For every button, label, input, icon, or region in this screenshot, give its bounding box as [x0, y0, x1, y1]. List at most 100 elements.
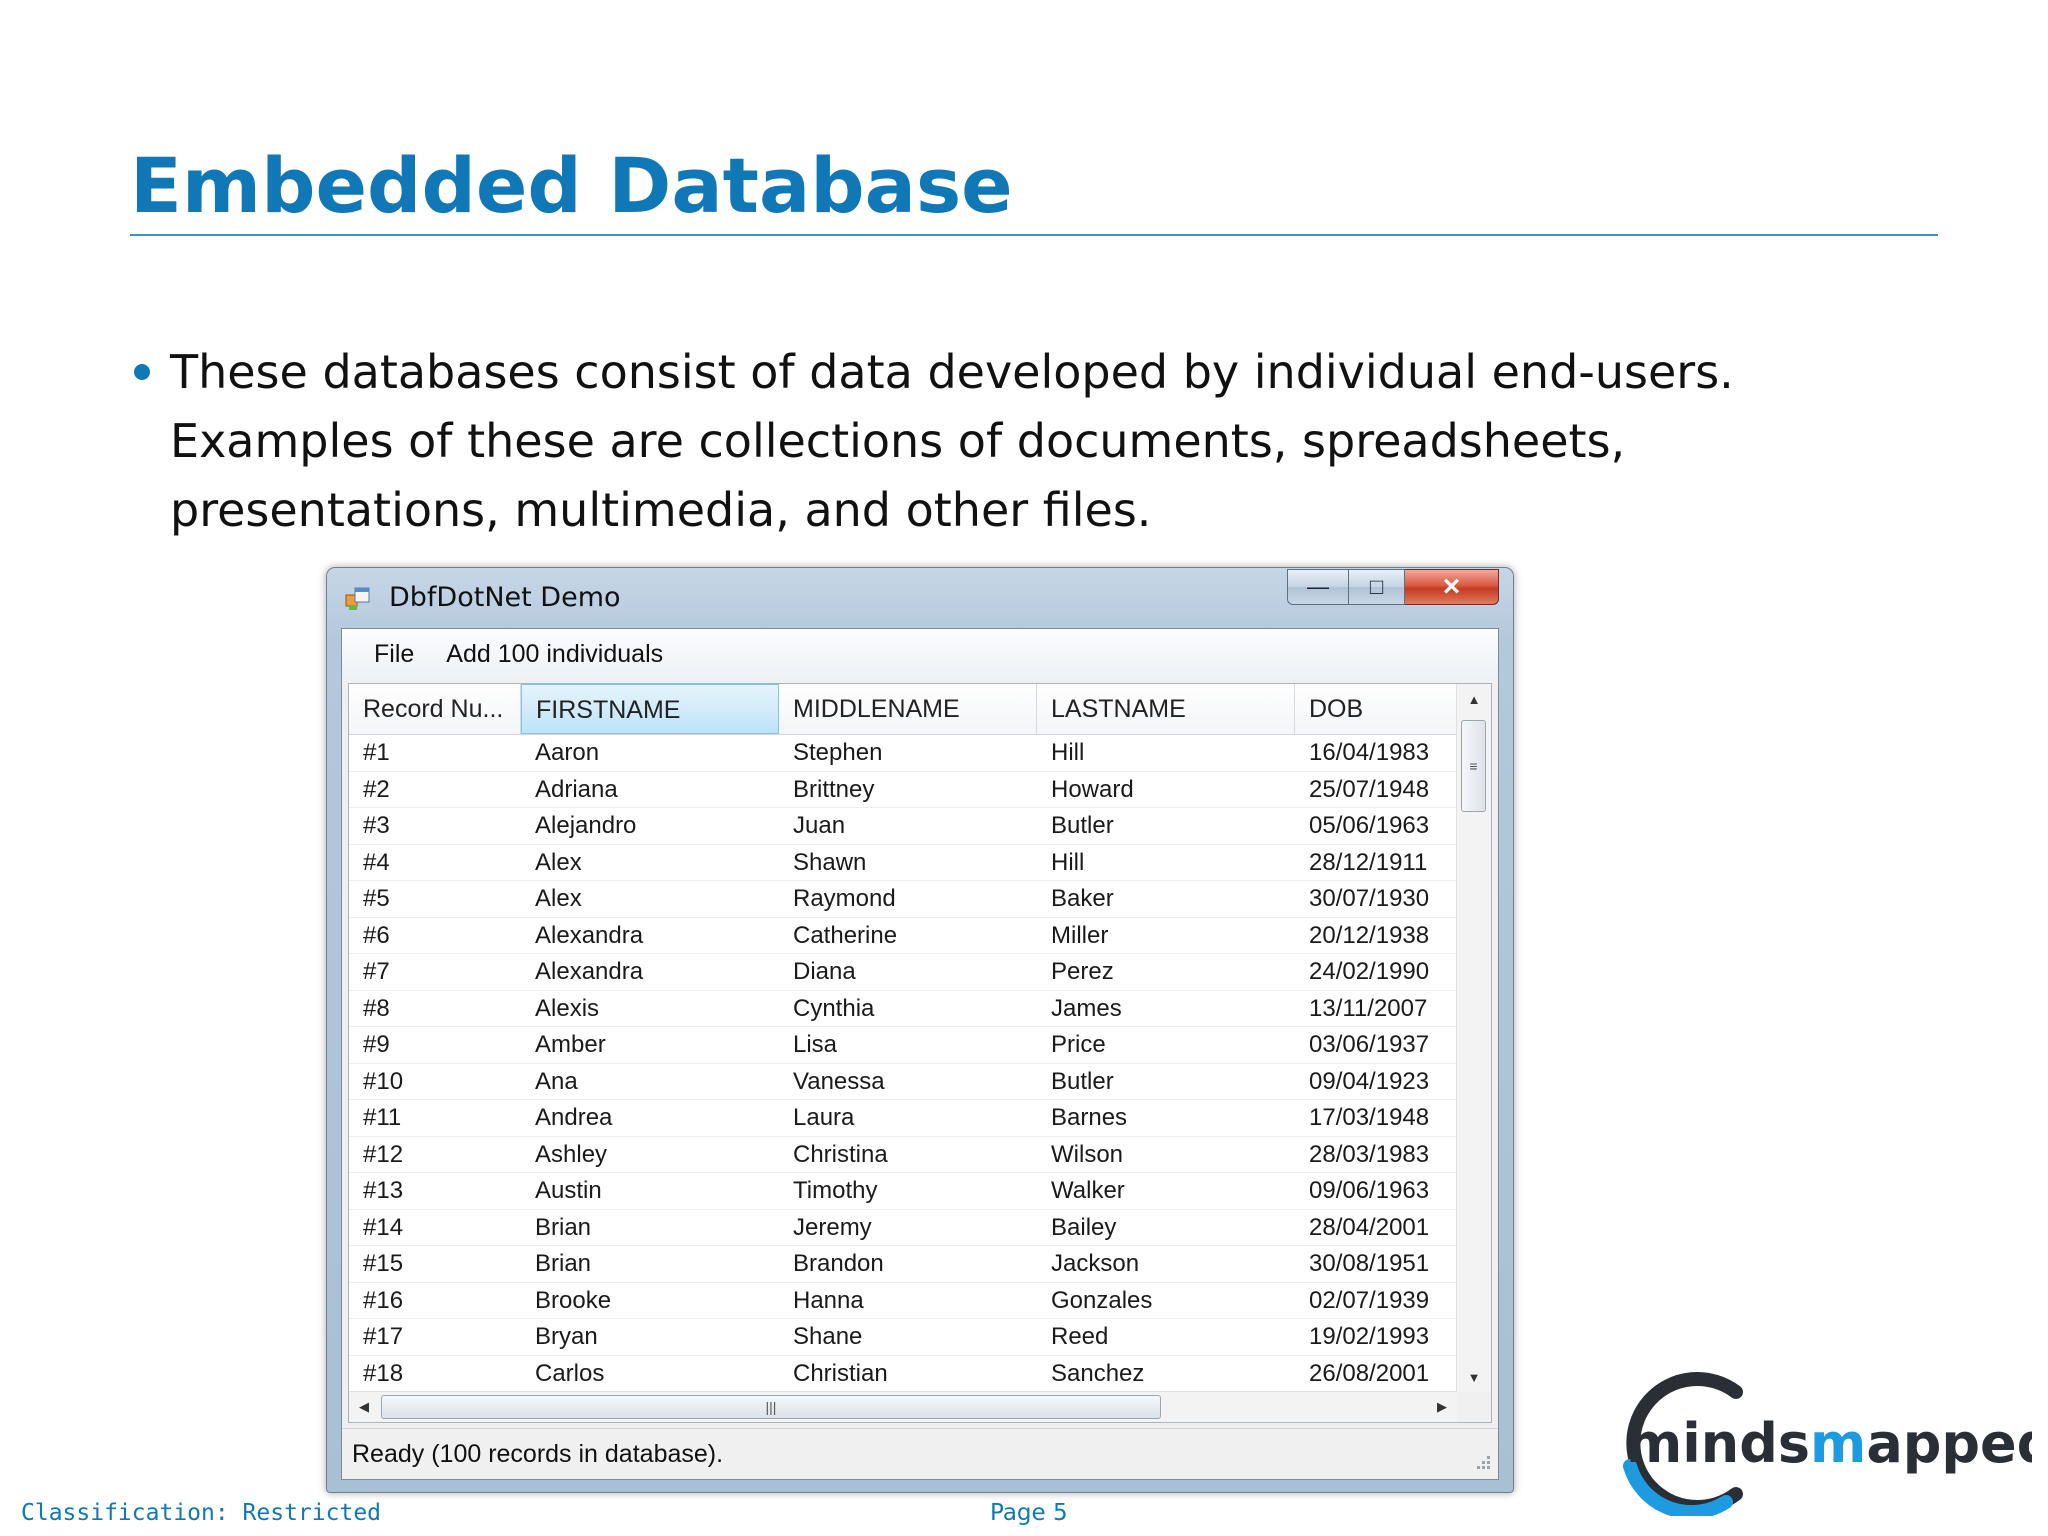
arrow-up-icon[interactable]: ▲: [1457, 684, 1491, 714]
window-titlebar[interactable]: DbfDotNet Demo — □ ×: [327, 568, 1513, 628]
table-cell: #6: [363, 921, 390, 949]
table-cell: Christian: [793, 1359, 888, 1387]
table-row[interactable]: #12 Ashley Christina Wilson 28/03/1983: [349, 1137, 1479, 1173]
table-cell: #2: [363, 775, 390, 803]
close-button[interactable]: ×: [1405, 569, 1499, 605]
table-cell: Shawn: [793, 848, 867, 876]
table-cell: 30/08/1951: [1309, 1250, 1430, 1277]
table-cell: Lisa: [793, 1031, 838, 1058]
vertical-scroll-thumb[interactable]: ≡: [1461, 720, 1486, 812]
table-row[interactable]: #13 Austin Timothy Walker 09/06/1963: [349, 1173, 1479, 1210]
arrow-left-icon[interactable]: ◀: [349, 1392, 379, 1422]
table-row[interactable]: #4 Alex Shawn Hill 28/12/1911: [349, 845, 1479, 881]
table-cell: #9: [363, 1031, 390, 1058]
table-cell: 05/06/1963: [1309, 812, 1430, 839]
table-cell: Price: [1051, 1031, 1106, 1058]
horizontal-scrollbar[interactable]: ◀ ||| ▶: [349, 1391, 1457, 1422]
menu-file[interactable]: File: [358, 637, 430, 671]
arrow-right-icon[interactable]: ▶: [1427, 1392, 1457, 1422]
table-row[interactable]: #17 Bryan Shane Reed 19/02/1993: [349, 1319, 1479, 1356]
table-cell: 20/12/1938: [1309, 921, 1430, 949]
table-cell: #14: [363, 1213, 404, 1241]
table-cell: 16/04/1983: [1309, 739, 1430, 766]
footer-page-number: Page 5: [990, 1500, 1068, 1526]
table-row[interactable]: #10 Ana Vanessa Butler 09/04/1923: [349, 1064, 1479, 1100]
table-cell: Alejandro: [535, 812, 637, 839]
table-cell: Alexandra: [535, 958, 644, 985]
table-cell: Timothy: [793, 1177, 878, 1204]
table-cell: #10: [363, 1067, 404, 1095]
table-cell: Bryan: [535, 1323, 598, 1350]
table-cell: Bailey: [1051, 1213, 1117, 1241]
table-cell: Ashley: [535, 1140, 608, 1168]
table-cell: 02/07/1939: [1309, 1286, 1430, 1314]
table-row[interactable]: #16 Brooke Hanna Gonzales 02/07/1939: [349, 1283, 1479, 1319]
app-window: DbfDotNet Demo — □ × File Add 100 indivi…: [326, 567, 1514, 1493]
column-header-1[interactable]: FIRSTNAME: [521, 684, 779, 734]
caption-buttons: — □ ×: [1287, 569, 1499, 605]
table-cell: Laura: [793, 1104, 855, 1131]
logo-text-part2: m: [1810, 1412, 1866, 1475]
table-cell: Ana: [535, 1067, 578, 1095]
table-cell: 28/12/1911: [1309, 848, 1428, 876]
table-cell: Shane: [793, 1323, 863, 1350]
table-cell: Brittney: [793, 775, 875, 803]
table-row[interactable]: #3 Alejandro Juan Butler 05/06/1963: [349, 808, 1479, 845]
bullet-text: These databases consist of data develope…: [170, 345, 1734, 537]
table-row[interactable]: #5 Alex Raymond Baker 30/07/1930: [349, 881, 1479, 918]
table-row[interactable]: #8 Alexis Cynthia James 13/11/2007: [349, 991, 1479, 1027]
minimize-button[interactable]: —: [1287, 569, 1349, 605]
arrow-down-icon[interactable]: ▼: [1457, 1362, 1491, 1392]
footer-classification: Classification: Restricted: [21, 1500, 382, 1526]
table-cell: Diana: [793, 958, 856, 985]
table-cell: #8: [363, 994, 390, 1022]
table-row[interactable]: #9 Amber Lisa Price 03/06/1937: [349, 1027, 1479, 1064]
table-cell: 28/04/2001: [1309, 1213, 1430, 1241]
table-cell: James: [1051, 994, 1122, 1022]
table-cell: Butler: [1051, 1067, 1114, 1095]
table-cell: #12: [363, 1140, 404, 1168]
bullet-item: These databases consist of data develope…: [130, 338, 1890, 545]
svg-text:mindsmapped: mindsmapped: [1626, 1412, 2032, 1475]
vertical-scrollbar[interactable]: ▲ ≡ ▼: [1456, 684, 1491, 1392]
table-cell: Austin: [535, 1177, 602, 1204]
window-title: DbfDotNet Demo: [389, 582, 621, 613]
table-cell: #15: [363, 1250, 404, 1277]
table-cell: Stephen: [793, 739, 883, 766]
table-row[interactable]: #1 Aaron Stephen Hill 16/04/1983: [349, 735, 1479, 772]
column-header-3[interactable]: LASTNAME: [1037, 684, 1295, 734]
table-cell: 28/03/1983: [1309, 1140, 1430, 1168]
column-header-4[interactable]: DOB: [1295, 684, 1479, 734]
table-cell: Sanchez: [1051, 1359, 1145, 1387]
table-cell: Jackson: [1051, 1250, 1140, 1277]
data-grid[interactable]: Record Nu... FIRSTNAME MIDDLENAME LASTNAME D…: [348, 683, 1492, 1423]
table-cell: #16: [363, 1286, 404, 1314]
table-cell: #1: [363, 739, 390, 766]
table-row[interactable]: #11 Andrea Laura Barnes 17/03/1948: [349, 1100, 1479, 1137]
table-row[interactable]: #2 Adriana Brittney Howard 25/07/1948: [349, 772, 1479, 808]
table-cell: Raymond: [793, 885, 896, 912]
table-cell: Hanna: [793, 1286, 864, 1314]
grid-header-row: Record Nu... FIRSTNAME MIDDLENAME LASTNAME D…: [349, 684, 1479, 735]
table-cell: Cynthia: [793, 994, 875, 1022]
table-cell: Butler: [1051, 812, 1114, 839]
maximize-button[interactable]: □: [1349, 569, 1405, 605]
table-row[interactable]: #18 Carlos Christian Sanchez 26/08/2001: [349, 1356, 1479, 1392]
table-row[interactable]: #14 Brian Jeremy Bailey 28/04/2001: [349, 1210, 1479, 1246]
table-cell: #11: [363, 1104, 402, 1131]
table-cell: Amber: [535, 1031, 606, 1058]
table-cell: #13: [363, 1177, 404, 1204]
table-row[interactable]: #6 Alexandra Catherine Miller 20/12/1938: [349, 918, 1479, 954]
column-header-2[interactable]: MIDDLENAME: [779, 684, 1037, 734]
menu-bar: File Add 100 individuals: [342, 629, 1498, 679]
table-row[interactable]: #7 Alexandra Diana Perez 24/02/1990: [349, 954, 1479, 991]
resize-grip-icon[interactable]: [1470, 1451, 1492, 1473]
column-header-0[interactable]: Record Nu...: [349, 684, 521, 734]
table-row[interactable]: #15 Brian Brandon Jackson 30/08/1951: [349, 1246, 1479, 1283]
menu-add-individuals[interactable]: Add 100 individuals: [430, 637, 679, 671]
table-cell: 17/03/1948: [1309, 1104, 1430, 1131]
table-cell: Miller: [1051, 921, 1109, 949]
table-cell: Adriana: [535, 775, 618, 803]
horizontal-scroll-thumb[interactable]: |||: [381, 1395, 1161, 1419]
table-cell: Alex: [535, 848, 582, 876]
